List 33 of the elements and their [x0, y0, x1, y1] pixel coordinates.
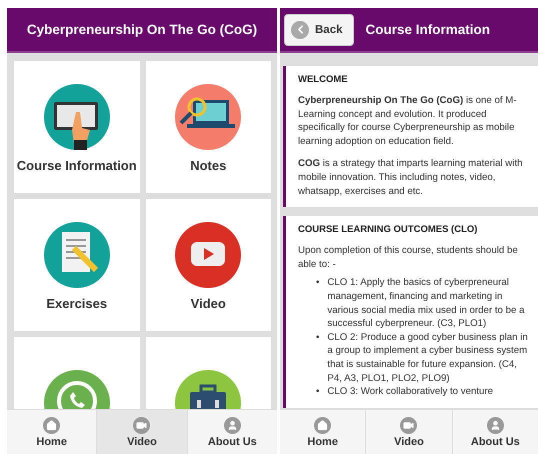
back-button[interactable]: Back: [284, 14, 354, 46]
section-heading: WELCOME: [298, 74, 349, 85]
bullet-item: CLO 3: Work collaboratively to venture: [327, 385, 494, 399]
tile-label: Notes: [190, 158, 226, 172]
nav-tab[interactable]: Video: [97, 410, 188, 454]
user-icon: [486, 416, 504, 434]
home-icon: [43, 416, 60, 434]
user-icon: [224, 416, 241, 434]
bullet-item: CLO 2: Produce a good cyber business plan in a group to implement a cyber business system that is sustainable for future expansion. (C4, P4, A3, PLO1, PLO2, PLO9): [327, 330, 529, 386]
paragraph: Upon completion of this course, students should be able to: -: [298, 244, 519, 272]
menu-tile[interactable]: Exercises: [14, 199, 140, 331]
video-camera-icon: [400, 416, 418, 434]
bullet-marker: •: [316, 330, 320, 345]
section-heading: COURSE LEARNING OUTCOMES (CLO): [298, 224, 478, 236]
video-camera-icon: [133, 416, 150, 434]
menu-tile[interactable]: Notes: [146, 61, 271, 193]
tile-label: Video: [190, 296, 226, 310]
play-button-icon: [173, 220, 244, 290]
laptop-magnifier-icon: [173, 82, 244, 152]
paragraph: Cyberpreneurship On The Go (CoG) is one of M-Learning concept and evolution. It produced specifically for course Cyberpreneurship as mobile learning adoption on education field.: [298, 94, 518, 148]
paragraph: COG is a strategy that imparts learning material with mobile innovation. This including notes, video, whatsapp, exercises and etc.: [298, 157, 524, 198]
document-pencil-icon: [42, 220, 112, 290]
page-title: Course Information: [366, 22, 490, 37]
tile-label: Exercises: [46, 296, 108, 310]
bullet-marker: •: [316, 276, 320, 290]
bullet-item: CLO 1: Apply the basics of cyberpreneural management, financing and marketing in various social media mix used in order to be a successful cyberpreneur. (C3, PLO1): [327, 276, 526, 331]
menu-tile[interactable]: Course Information: [14, 61, 140, 193]
touch-screen-icon: [42, 82, 112, 152]
menu-tile[interactable]: Video: [146, 199, 271, 331]
bullet-marker: •: [316, 385, 320, 399]
tile-label: Course Information: [16, 158, 137, 172]
home-icon: [314, 416, 332, 434]
app-title: Cyberpreneurship On The Go (CoG): [26, 22, 258, 37]
